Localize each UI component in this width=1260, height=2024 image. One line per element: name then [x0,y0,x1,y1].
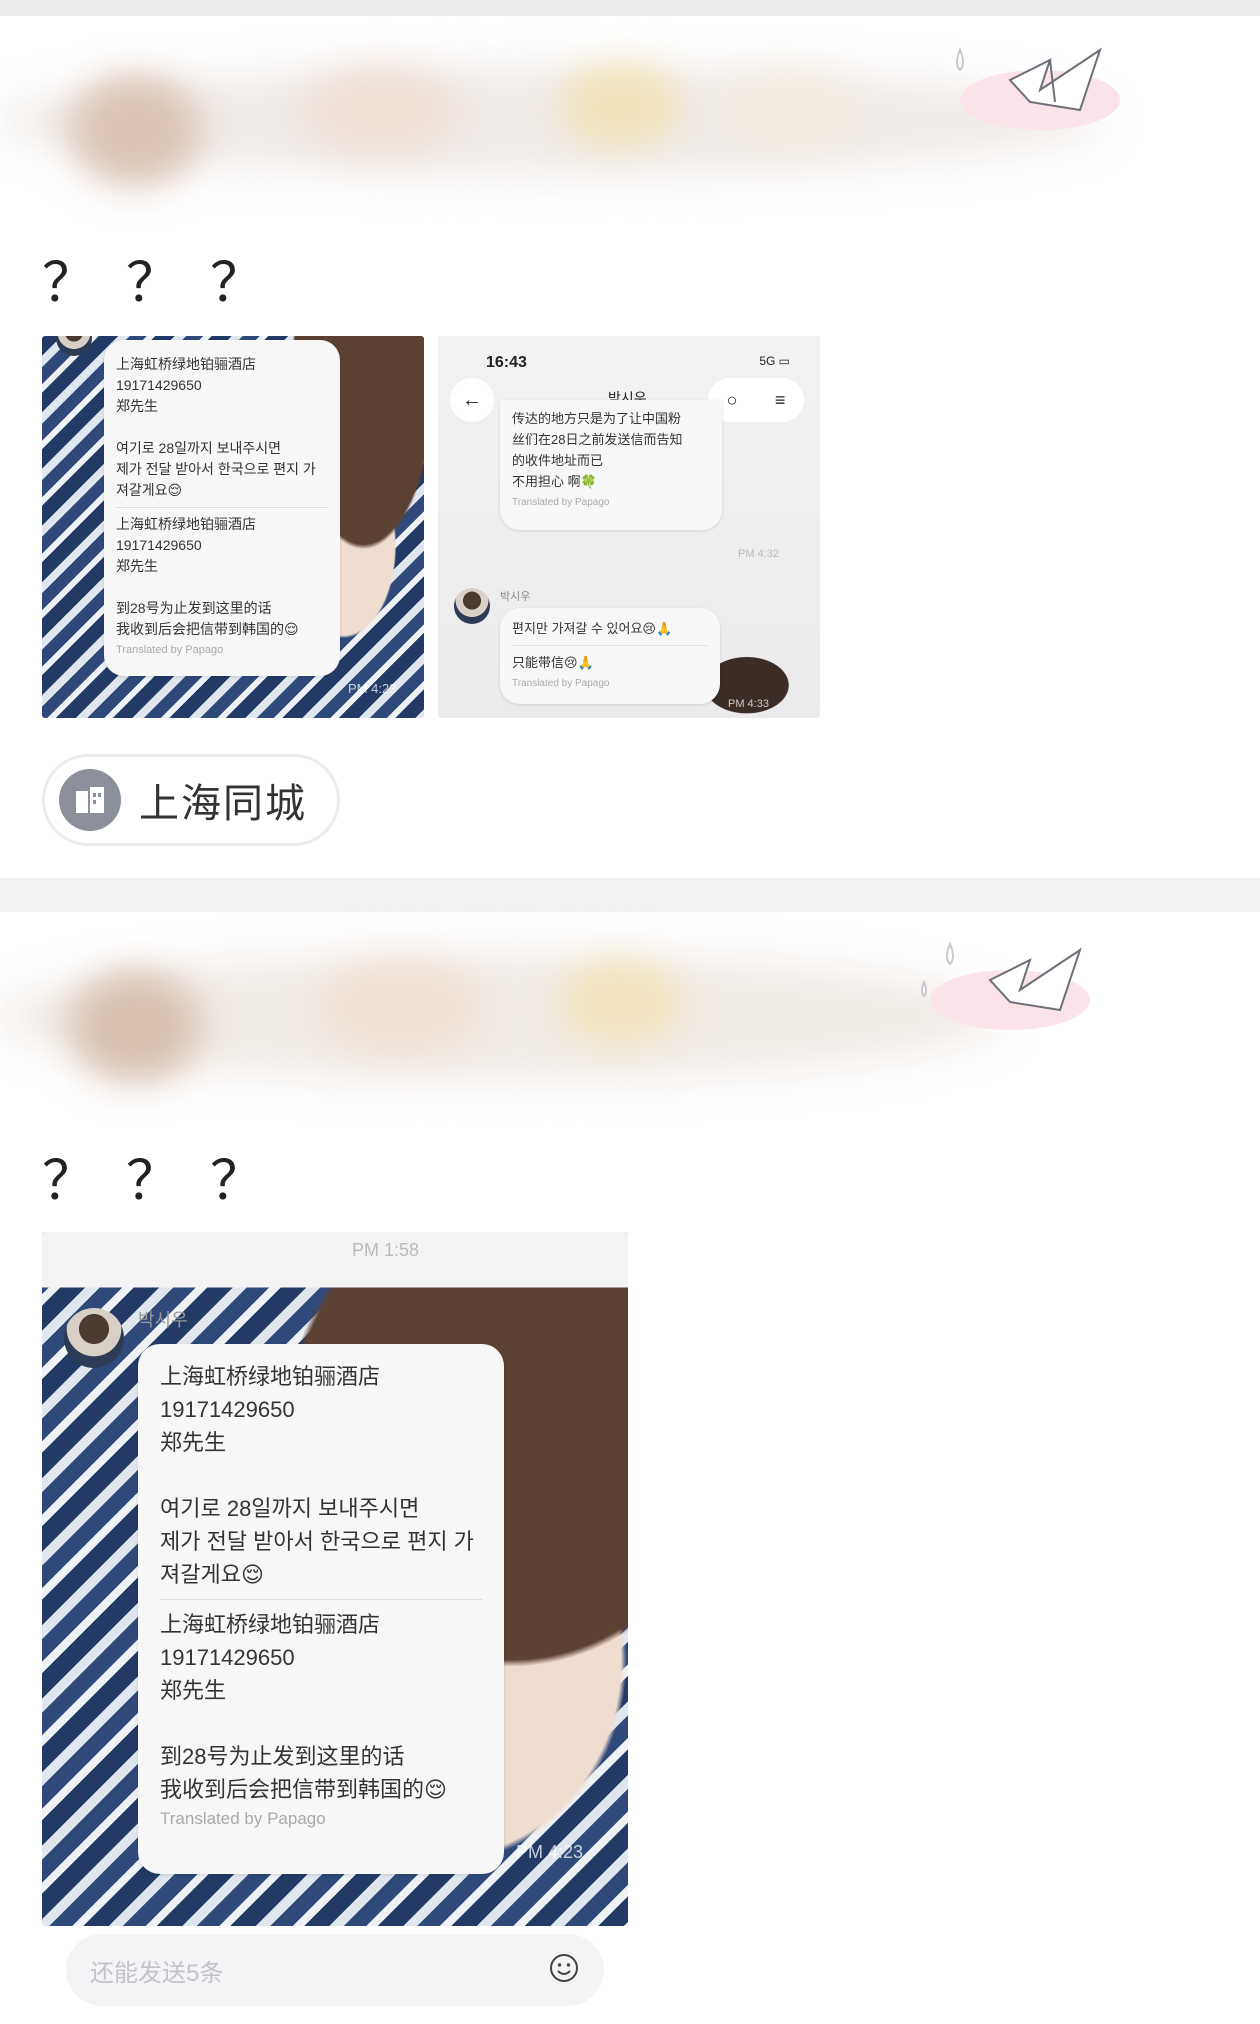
message-bubble: 上海虹桥绿地铂骊酒店 19171429650 郑先生 여기로 28일까지 보내주… [138,1344,504,1874]
bubble-text: 여기로 28일까지 보내주시면 제가 전달 받아서 한국으로 편지 가 져갈게요… [116,440,316,498]
post-image-2[interactable]: 16:43 5G ▭ ← 박시우 ○ ≡ 传达的地方只是为了让中国粉 丝们在28日… [438,336,820,718]
comment-placeholder: 还能发送5条 [90,1959,224,1987]
bubble-text: 只能带信😢🙏 [512,655,594,670]
location-tag[interactable]: 上海同城 [42,754,340,846]
top-divider [0,0,1260,16]
post-image-1[interactable]: 上海虹桥绿地铂骊酒店 19171429650 郑先生 여기로 28일까지 보내주… [42,336,424,718]
post-card: ？？？ PM 1:58 박시우 上海虹桥绿地铂骊酒店 19171429650 郑… [0,912,1260,2024]
translated-note: Translated by Papago [160,1809,326,1828]
message-bubble: 편지만 가져갈 수 있어요😢🙏 只能带信😢🙏 Translated by Pap… [500,608,720,704]
bubble-text: 传达的地方只是为了让中国粉 丝们在28日之前发送信而告知 的收件地址而已 不用担… [512,411,683,489]
message-time: PM 4:23 [348,681,397,696]
post-card: ？？？ 上海虹桥绿地铂骊酒店 19171429650 郑先生 여기로 28일까지… [0,16,1260,878]
message-time: PM 4:32 [738,548,779,560]
comment-input[interactable]: 还能发送5条 [66,1934,604,2006]
emoji-icon[interactable] [548,1952,580,1989]
menu-icon[interactable]: ≡ [775,390,786,411]
bubble-text: 到28号为止发到这里的话 我收到后会把信带到韩国的😌 [116,600,299,637]
translated-note: Translated by Papago [512,497,610,508]
location-tag-label: 上海同城 [139,782,307,826]
back-arrow-icon[interactable]: ← [450,378,494,422]
sender-name: 박시우 [138,1310,188,1330]
post-image[interactable]: PM 1:58 박시우 上海虹桥绿地铂骊酒店 19171429650 郑先生 여… [42,1232,628,1926]
message-bubble: 上海虹桥绿地铂骊酒店 19171429650 郑先生 여기로 28일까지 보내주… [104,340,340,676]
bubble-text: 到28号为止发到这里的话 我收到后会把信带到韩国的😌 [160,1744,447,1802]
search-icon[interactable]: ○ [727,390,738,411]
message-time: PM 4:33 [728,698,769,710]
translated-note: Translated by Papago [512,678,610,689]
bubble-text: 편지만 가져갈 수 있어요😢🙏 [512,621,673,636]
bubble-text: 上海虹桥绿地铂骊酒店 19171429650 郑先生 [116,356,256,414]
sender-name: 박시우 [500,591,531,603]
bubble-text: 上海虹桥绿地铂骊酒店 19171429650 郑先生 [160,1612,381,1703]
paper-crane-decoration [900,930,1090,1040]
message-time: PM 4:23 [516,1842,584,1862]
translated-note: Translated by Papago [116,644,224,656]
message-time: PM 1:58 [352,1240,420,1260]
post-text: ？？？ [42,1149,294,1212]
bubble-text: 上海虹桥绿地铂骊酒店 19171429650 郑先生 [160,1364,381,1455]
status-signal: 5G ▭ [759,354,790,368]
avatar [64,1308,124,1368]
bubble-text: 여기로 28일까지 보내주시면 제가 전달 받아서 한국으로 편지 가 져갈게요… [160,1496,474,1587]
avatar [454,588,490,624]
post-text: ？？？ [42,251,294,314]
bubble-text: 上海虹桥绿地铂骊酒店 19171429650 郑先生 [116,516,256,574]
chat-actions: ○ ≡ [708,378,804,422]
status-time: 16:43 [486,354,527,371]
building-icon [59,769,121,831]
message-bubble: 传达的地方只是为了让中国粉 丝们在28日之前发送信而告知 的收件地址而已 不用担… [500,400,722,530]
paper-crane-decoration [930,30,1120,140]
